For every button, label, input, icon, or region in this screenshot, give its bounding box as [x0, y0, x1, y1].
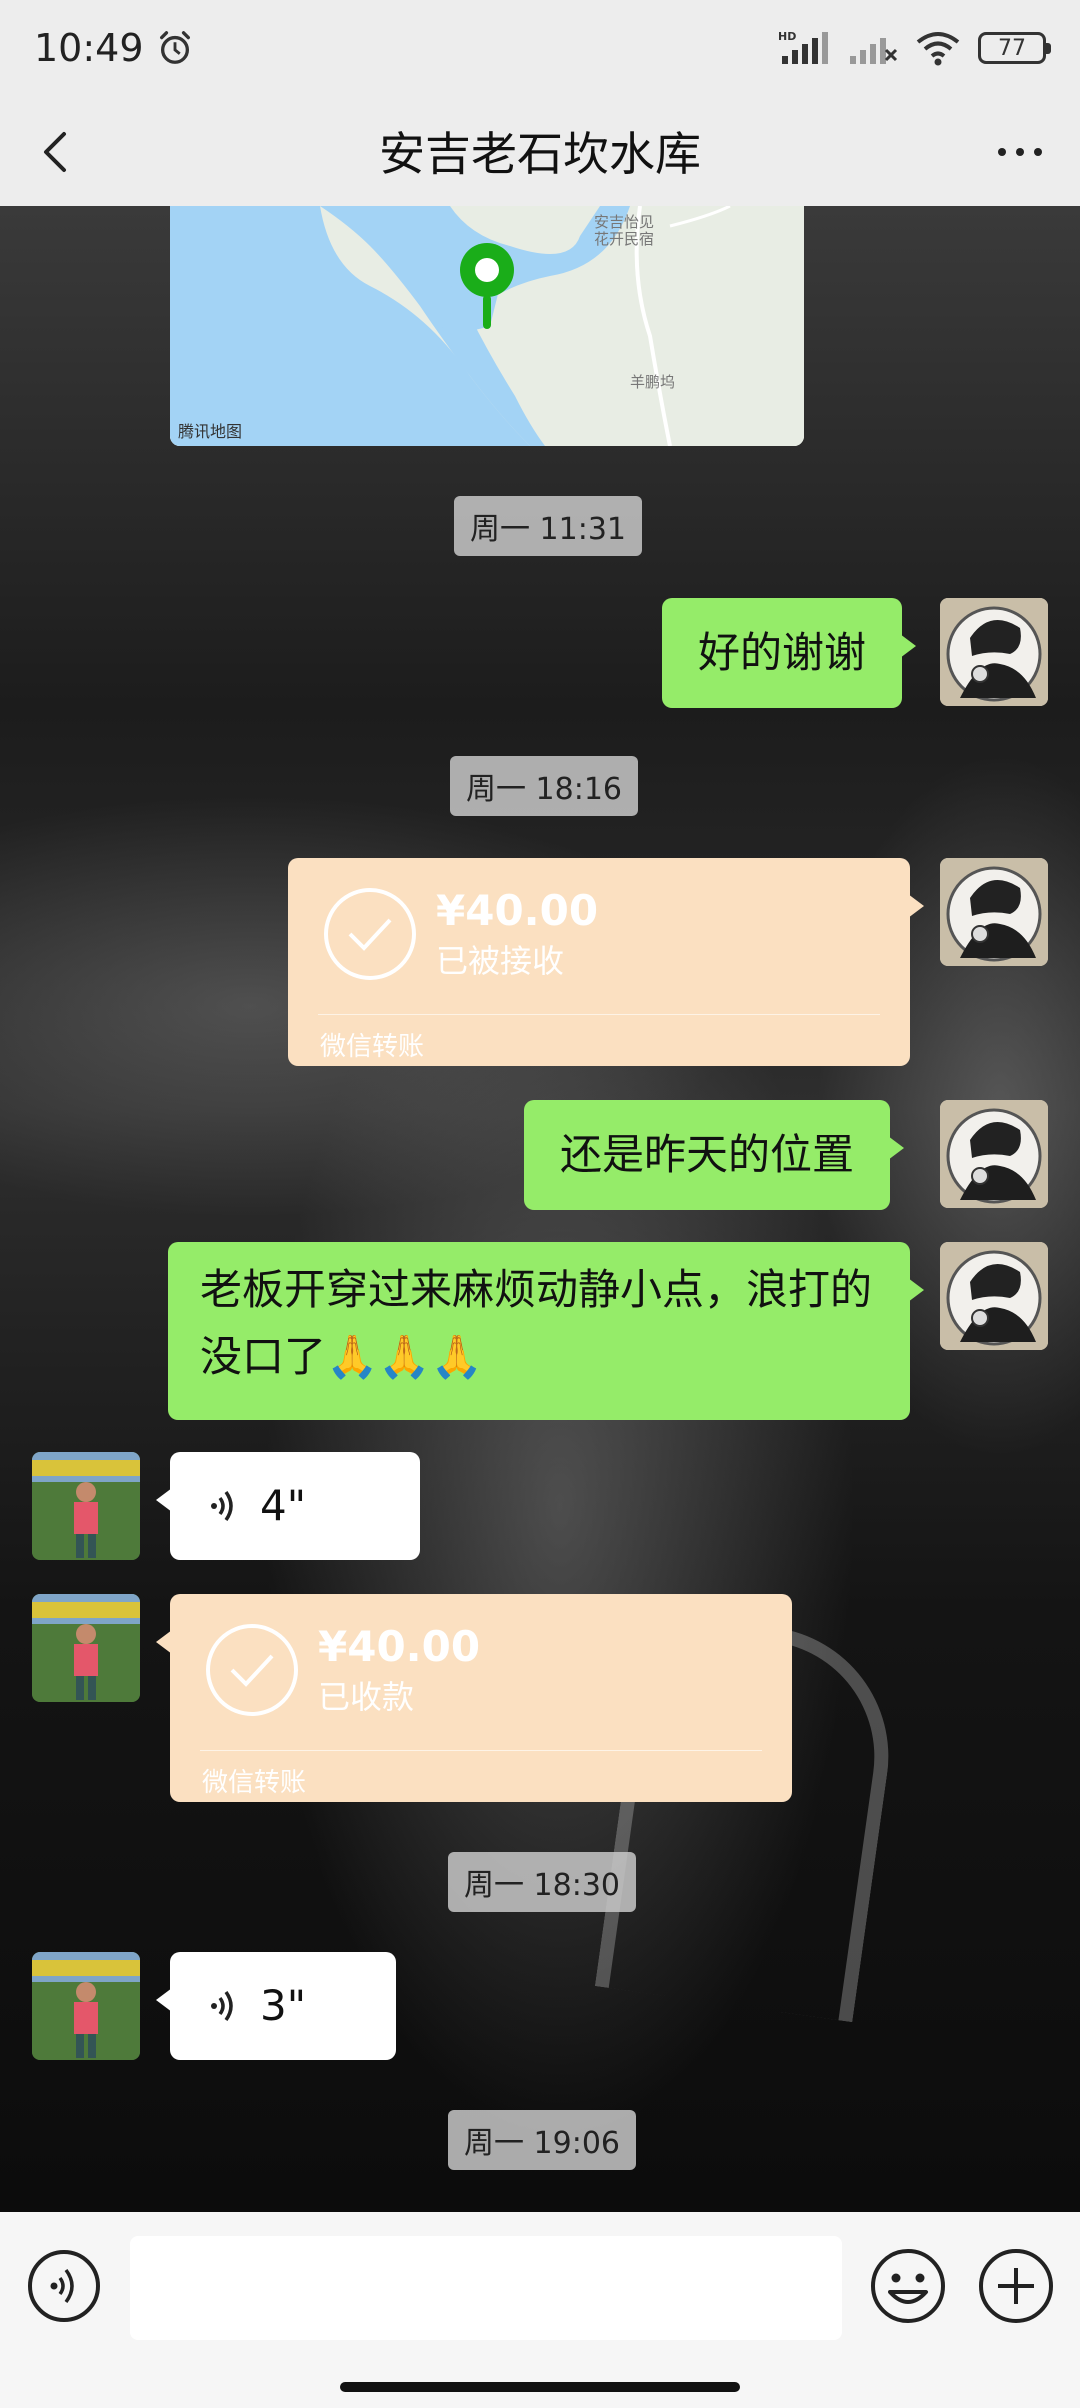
home-indicator[interactable] [340, 2382, 740, 2392]
avatar-image [32, 1594, 140, 1702]
avatar-image [940, 598, 1048, 706]
location-map-card[interactable]: 安吉怡见 花开民宿 羊鹏坞 腾讯地图 [170, 206, 804, 446]
transfer-divider [200, 1750, 762, 1751]
battery-indicator: 77 [978, 32, 1051, 64]
sent-message[interactable]: 好的谢谢 [662, 598, 917, 708]
my-avatar[interactable] [940, 1242, 1048, 1350]
sent-message[interactable]: 还是昨天的位置 [524, 1100, 905, 1210]
voice-wave-icon [211, 1490, 233, 1522]
map-pin-icon [460, 243, 514, 329]
transfer-card-received[interactable]: ¥40.00 已收款 微信转账 [156, 1594, 792, 1802]
avatar-image [940, 1242, 1048, 1350]
svg-text:HD: HD [778, 30, 796, 43]
my-avatar[interactable] [940, 598, 1048, 706]
message-text: 老板开穿过来麻烦动静小点，浪打的没口了🙏🙏🙏 [200, 1265, 873, 1382]
avatar-image [32, 1952, 140, 2060]
contact-avatar[interactable] [32, 1452, 140, 1560]
received-voice-message[interactable]: 3" [156, 1952, 396, 2060]
emoji-icon[interactable] [868, 2246, 948, 2326]
transfer-status: 已收款 [318, 1678, 415, 1716]
my-avatar[interactable] [940, 1100, 1048, 1208]
signal-off-icon [850, 38, 898, 64]
alarm-icon [159, 31, 190, 64]
avatar-image [940, 858, 1048, 966]
voice-wave-icon [211, 1990, 233, 2022]
back-button[interactable] [30, 122, 90, 182]
transfer-amount: ¥40.00 [436, 886, 599, 935]
contact-avatar[interactable] [32, 1952, 140, 2060]
sent-message[interactable]: 老板开穿过来麻烦动静小点，浪打的没口了🙏🙏🙏 [168, 1242, 924, 1420]
timestamp: 周一 18:30 [448, 1852, 636, 1912]
check-circle-icon [206, 1624, 298, 1716]
contact-avatar[interactable] [32, 1594, 140, 1702]
voice-input-toggle-icon[interactable] [26, 2248, 102, 2324]
status-bar: 10:49 HD 77 [0, 0, 1080, 96]
status-icons: HD 77 [778, 30, 1051, 66]
avatar-image [940, 1100, 1048, 1208]
timestamp: 周一 18:16 [450, 756, 638, 816]
message-text: 好的谢谢 [698, 628, 867, 678]
map-brand-label: 腾讯地图 [178, 422, 243, 441]
timestamp: 周一 11:31 [454, 496, 642, 556]
transfer-footer: 微信转账 [202, 1768, 307, 1798]
wifi-icon [916, 32, 960, 66]
timestamp: 周一 19:06 [448, 2110, 636, 2170]
transfer-status: 已被接收 [436, 942, 565, 980]
map-poi-label: 安吉怡见 花开民宿 [594, 213, 655, 248]
title-bar: 安吉老石坎水库 [0, 96, 1080, 206]
status-time: 10:49 [34, 26, 144, 70]
received-voice-message[interactable]: 4" [156, 1452, 420, 1560]
transfer-card-sent[interactable]: ¥40.00 已被接收 微信转账 [288, 858, 924, 1066]
more-options-button[interactable] [990, 122, 1050, 182]
my-avatar[interactable] [940, 858, 1048, 966]
plus-icon[interactable] [976, 2246, 1056, 2326]
check-circle-icon [324, 888, 416, 980]
voice-duration: 4" [260, 1481, 307, 1531]
transfer-divider [318, 1014, 880, 1015]
avatar-image [32, 1452, 140, 1560]
message-input[interactable] [130, 2236, 842, 2340]
input-bar [0, 2212, 1080, 2408]
transfer-footer: 微信转账 [320, 1032, 425, 1062]
signal-hd-icon: HD [778, 30, 828, 64]
transfer-amount: ¥40.00 [318, 1622, 481, 1671]
chat-title: 安吉老石坎水库 [379, 127, 701, 181]
voice-duration: 3" [260, 1981, 307, 2031]
message-text: 还是昨天的位置 [560, 1130, 855, 1180]
map-road-label: 羊鹏坞 [630, 373, 676, 391]
